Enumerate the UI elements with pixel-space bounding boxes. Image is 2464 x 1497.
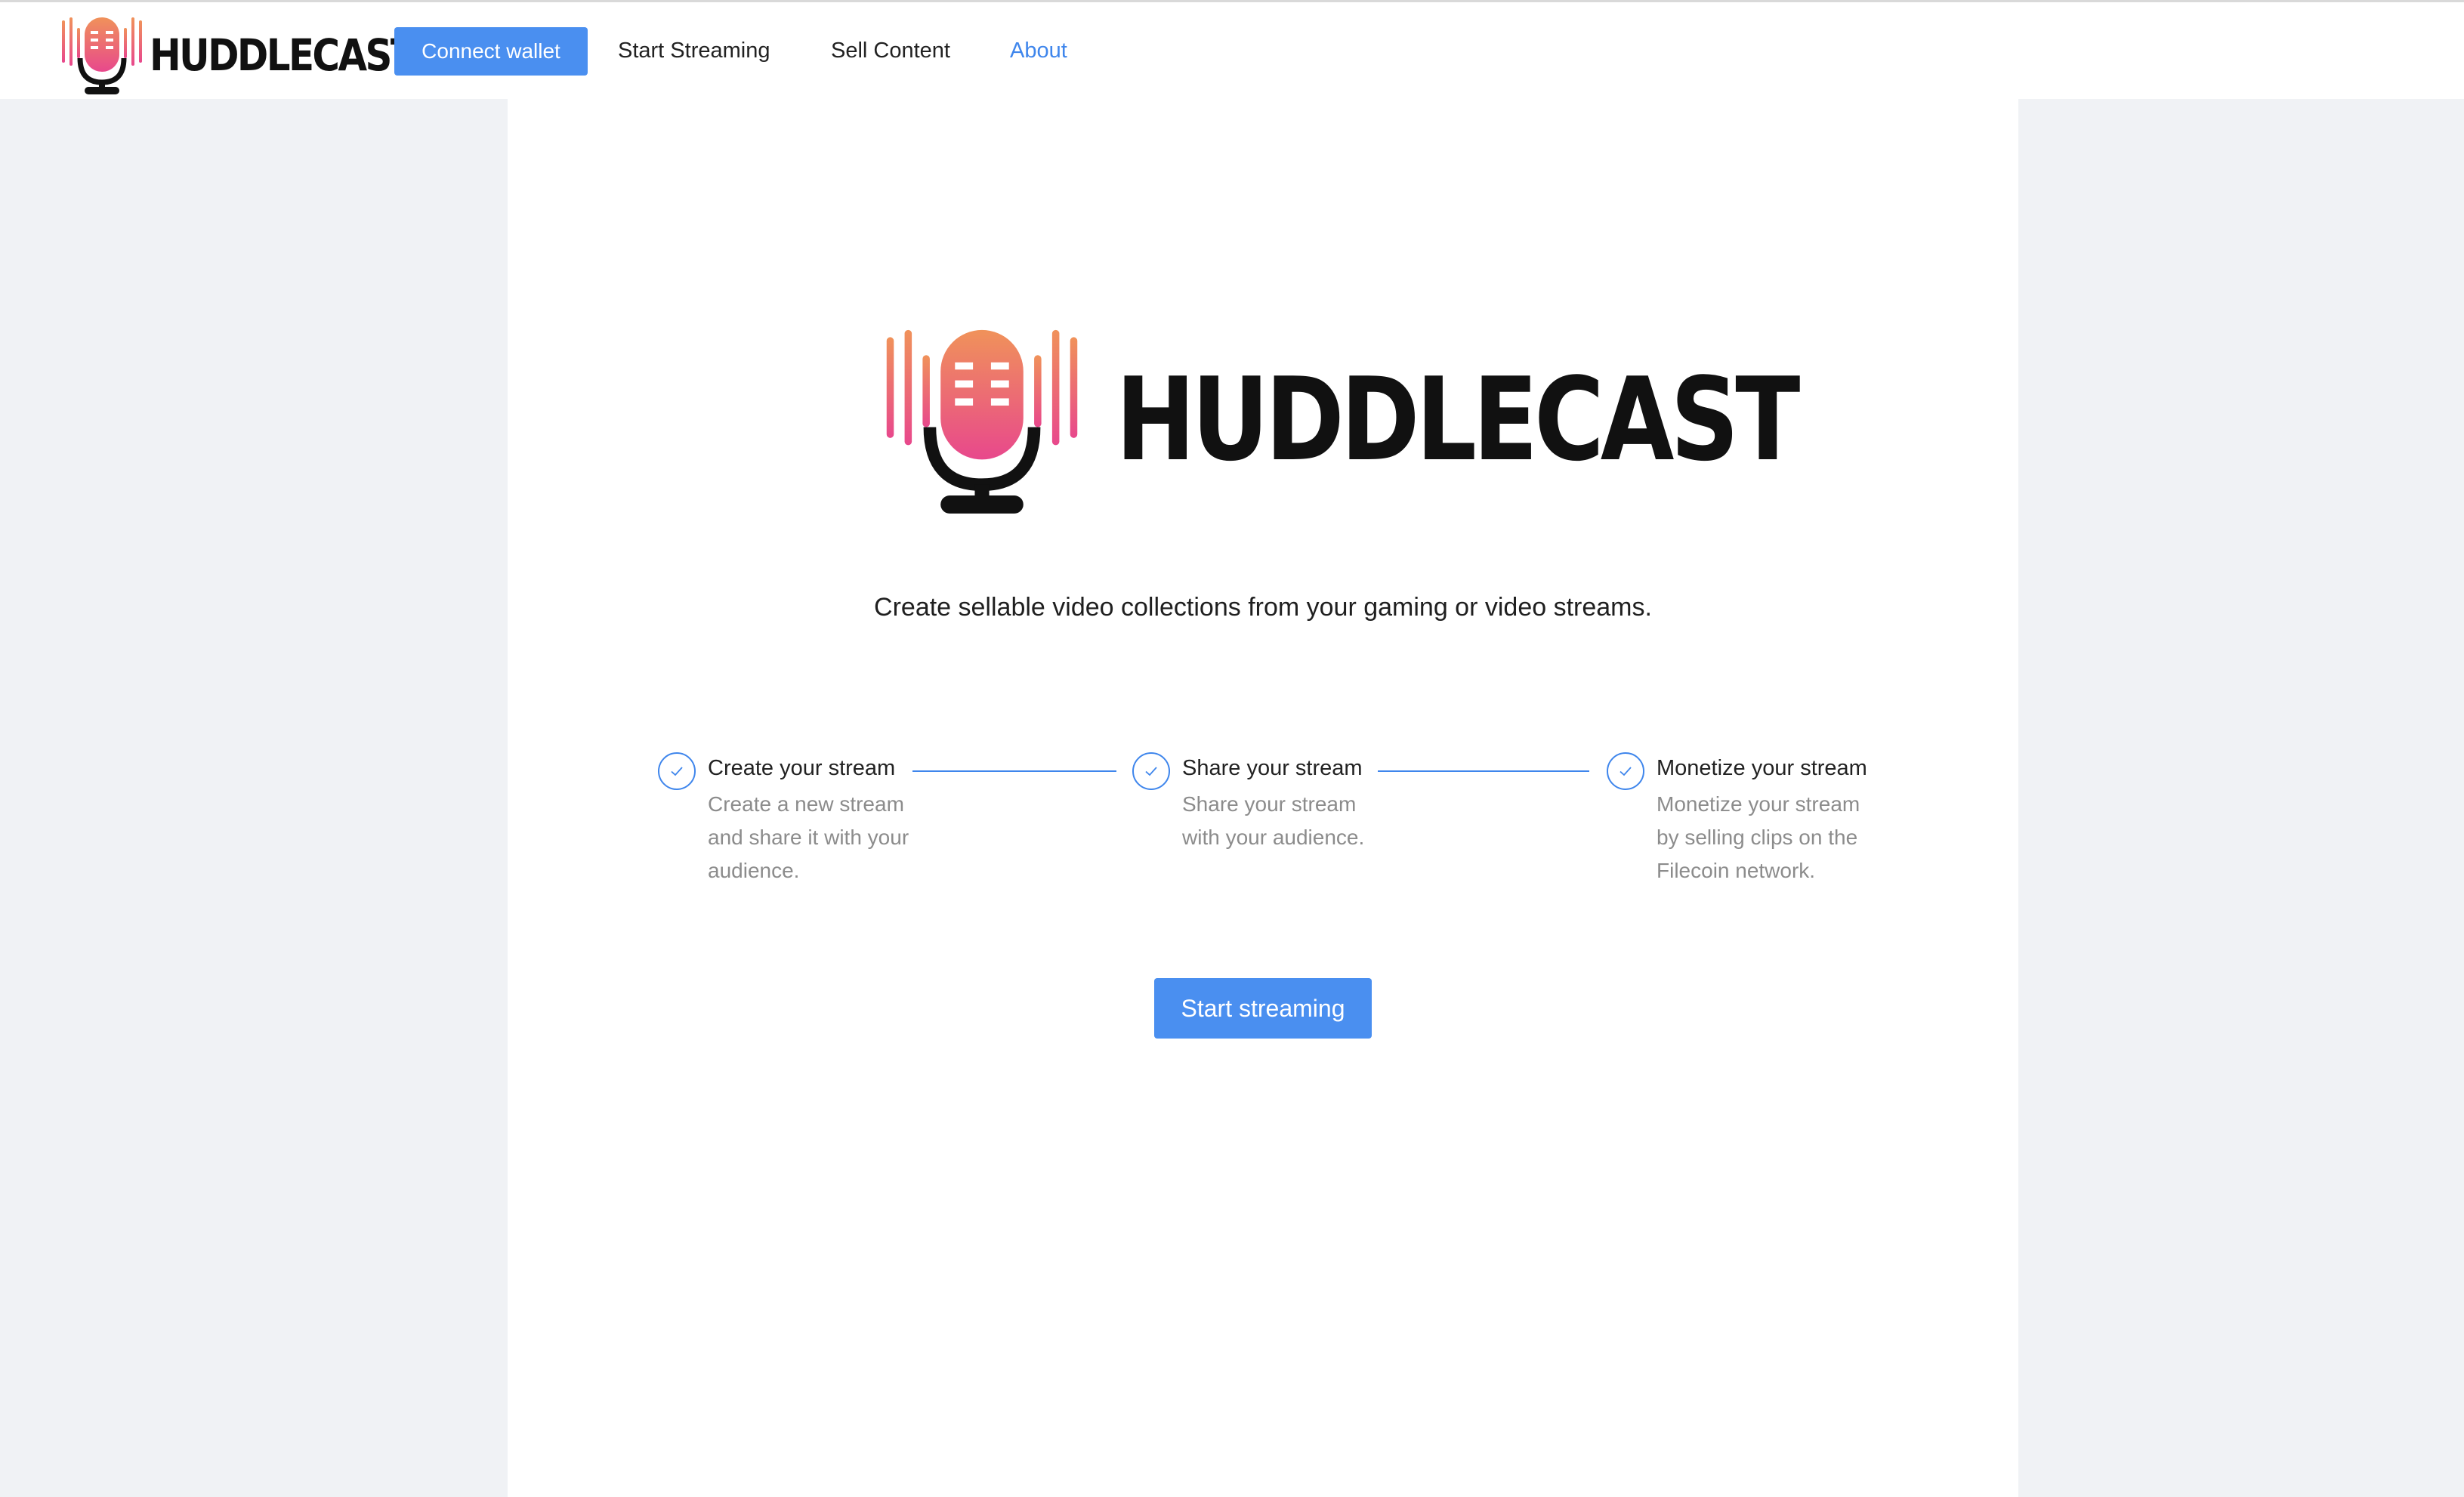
nav-item-sell-content[interactable]: Sell Content xyxy=(831,39,950,63)
check-circle-icon xyxy=(1607,752,1644,790)
step-connector xyxy=(912,770,1116,772)
step-connector xyxy=(1378,770,1589,772)
brand-logo[interactable]: HUDDLECAST xyxy=(60,14,416,96)
step-title-monetize: Monetize your stream xyxy=(1657,756,1867,780)
start-streaming-button[interactable]: Start streaming xyxy=(1154,978,1372,1039)
top-nav-bar: HUDDLECAST Connect wallet Start Streamin… xyxy=(0,2,2464,102)
tagline: Create sellable video collections from y… xyxy=(874,593,1652,622)
check-circle-icon xyxy=(1132,752,1170,790)
hero-logo: HUDDLECAST xyxy=(883,322,1800,518)
check-circle-icon xyxy=(658,752,696,790)
nav-item-about[interactable]: About xyxy=(1010,39,1067,63)
step-description-monetize: Monetize your stream by selling clips on… xyxy=(1657,792,1860,882)
nav-item-start-streaming[interactable]: Start Streaming xyxy=(618,39,770,63)
connect-wallet-button[interactable]: Connect wallet xyxy=(394,27,588,76)
step-title-create: Create your stream xyxy=(708,756,896,780)
about-content-panel: HUDDLECAST Create sellable video collect… xyxy=(508,99,2018,1497)
step-title-share: Share your stream xyxy=(1182,756,1363,780)
brand-name: HUDDLECAST xyxy=(150,29,416,81)
microphone-soundwave-icon xyxy=(886,329,1078,514)
step-description-share: Share your stream with your audience. xyxy=(1182,792,1365,849)
step-description-create: Create a new stream and share it with yo… xyxy=(708,792,909,882)
hero-brand-name: HUDDLECAST xyxy=(1116,353,1800,486)
microphone-soundwave-icon xyxy=(62,17,142,94)
